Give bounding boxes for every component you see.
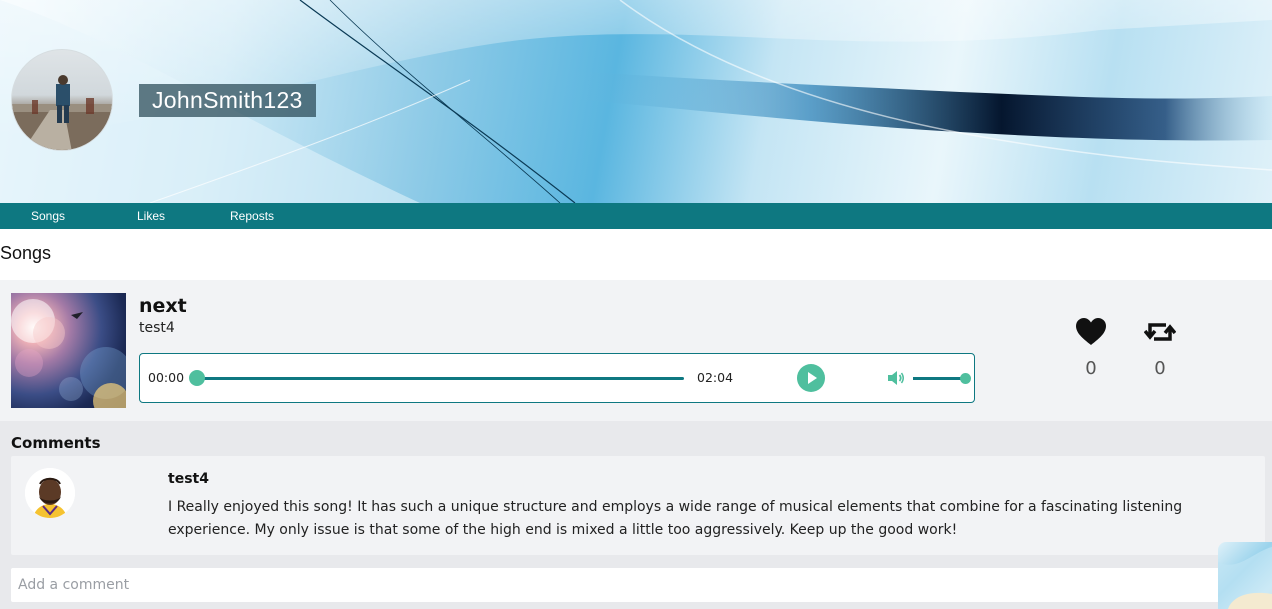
progress-knob[interactable] xyxy=(189,370,205,386)
comments-section: Comments test4 I Really enjoyed this son… xyxy=(0,421,1272,609)
current-time: 00:00 xyxy=(148,370,185,385)
song-cover[interactable] xyxy=(11,293,126,408)
nav-item-reposts[interactable]: Reposts xyxy=(230,203,274,229)
profile-avatar[interactable] xyxy=(11,49,113,151)
comment-text: I Really enjoyed this song! It has such … xyxy=(168,499,1183,538)
profile-banner: JohnSmith123 xyxy=(0,0,1272,203)
song-card: next test4 00:00 02:04 0 0 xyxy=(0,280,1272,421)
play-button[interactable] xyxy=(797,364,825,392)
comment-author[interactable]: test4 xyxy=(168,471,209,487)
progress-track[interactable] xyxy=(197,377,684,380)
corner-thumbnail[interactable] xyxy=(1218,542,1272,609)
profile-username: JohnSmith123 xyxy=(139,84,316,117)
nav-item-songs[interactable]: Songs xyxy=(31,203,65,229)
volume-track[interactable] xyxy=(913,377,965,380)
comment-item: test4 I Really enjoyed this song! It has… xyxy=(11,456,1265,555)
bokeh-light-art xyxy=(11,299,126,408)
add-comment-input[interactable] xyxy=(11,568,1251,602)
heart-icon[interactable] xyxy=(1075,317,1107,347)
song-title[interactable]: next xyxy=(139,295,187,317)
section-title: Songs xyxy=(0,243,52,263)
song-artist[interactable]: test4 xyxy=(139,320,175,336)
play-icon xyxy=(808,372,817,384)
reposts-count: 0 xyxy=(1154,358,1166,379)
volume-knob[interactable] xyxy=(960,373,971,384)
user-avatar xyxy=(25,468,75,518)
likes-count: 0 xyxy=(1085,358,1097,379)
volume-icon[interactable] xyxy=(887,370,905,386)
comments-title: Comments xyxy=(11,434,101,452)
duration-time: 02:04 xyxy=(697,370,734,385)
abstract-blue-waves xyxy=(1218,547,1272,609)
profile-nav: Songs Likes Reposts xyxy=(0,203,1272,229)
repost-icon[interactable] xyxy=(1144,317,1176,347)
audio-player: 00:00 02:04 xyxy=(139,353,975,403)
comment-avatar[interactable] xyxy=(25,468,75,518)
nav-item-likes[interactable]: Likes xyxy=(137,203,165,229)
profile-photo xyxy=(12,75,112,150)
